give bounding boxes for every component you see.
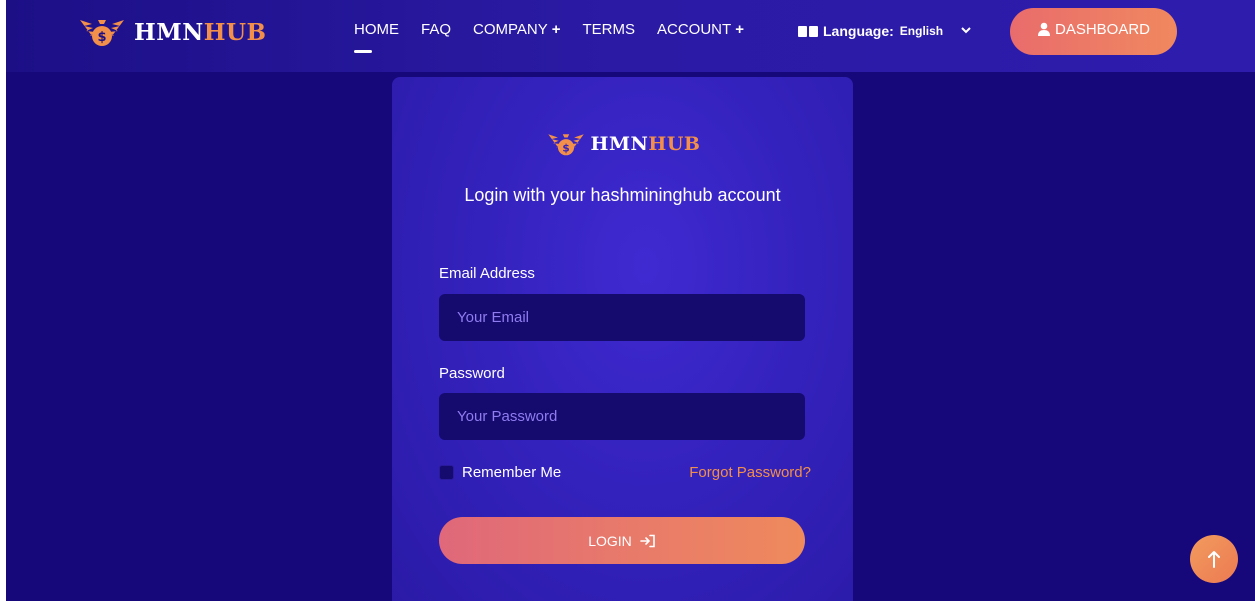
nav-company[interactable]: COMPANY +	[473, 21, 561, 38]
brand-name-part2: HUB	[203, 18, 267, 46]
language-icon	[798, 25, 818, 37]
login-card: $ HMNHUB Login with your hashmininghub a…	[392, 77, 853, 601]
user-icon	[1037, 22, 1050, 36]
chevron-down-icon	[961, 25, 971, 37]
brand-logo[interactable]: $ HMNHUB	[76, 14, 266, 50]
language-selector[interactable]: Language: English	[798, 23, 971, 39]
language-label: Language:	[823, 23, 894, 39]
login-subtitle: Login with your hashmininghub account	[464, 185, 781, 205]
main-nav: HOME FAQ COMPANY + TERMS ACCOUNT +	[354, 21, 766, 53]
scroll-to-top-button[interactable]	[1190, 535, 1238, 583]
login-button[interactable]: LOGIN	[439, 517, 805, 564]
dashboard-label: DASHBOARD	[1054, 21, 1151, 38]
card-brand-logo: $ HMNHUB	[392, 129, 853, 159]
language-value: English	[899, 24, 944, 38]
remember-me-label: Remember Me	[462, 464, 562, 481]
nav-company-label: COMPANY	[473, 21, 548, 38]
site-header: $ HMNHUB HOME FAQ COMPANY + TERMS ACCOUNT…	[6, 0, 1255, 72]
remember-me: Remember Me	[439, 464, 561, 481]
nav-terms-label: TERMS	[582, 21, 636, 38]
nav-terms[interactable]: TERMS	[583, 21, 636, 38]
login-label: LOGIN	[588, 532, 632, 549]
dashboard-button[interactable]: DASHBOARD	[1010, 8, 1177, 55]
card-brand-name-part2: HUB	[648, 133, 701, 155]
password-field[interactable]	[439, 393, 805, 440]
nav-account-label: ACCOUNT	[657, 21, 732, 38]
winged-money-bag-icon: $	[547, 134, 584, 156]
nav-account[interactable]: ACCOUNT +	[657, 21, 744, 38]
plus-icon: +	[735, 21, 744, 38]
winged-money-bag-icon: $	[80, 20, 124, 46]
card-brand-name: HMNHUB	[591, 133, 701, 155]
brand-name: HMNHUB	[134, 19, 266, 46]
brand-name-part1: HMN	[134, 18, 204, 46]
nav-home[interactable]: HOME	[354, 21, 399, 53]
card-brand-name-part1: HMN	[590, 133, 649, 155]
nav-faq[interactable]: FAQ	[421, 21, 451, 38]
sign-in-icon	[639, 534, 655, 547]
svg-text:$: $	[97, 30, 106, 45]
email-field[interactable]	[439, 294, 805, 341]
nav-faq-label: FAQ	[421, 21, 452, 38]
nav-home-label: HOME	[354, 21, 399, 38]
email-label: Email Address	[439, 265, 535, 282]
arrow-up-icon	[1208, 551, 1220, 568]
password-label: Password	[439, 365, 505, 382]
forgot-password-link[interactable]: Forgot Password?	[689, 464, 811, 481]
page: $ HMNHUB HOME FAQ COMPANY + TERMS ACCOUNT…	[6, 0, 1255, 601]
plus-icon: +	[551, 21, 561, 38]
remember-me-checkbox[interactable]	[439, 465, 454, 480]
svg-text:$: $	[562, 142, 569, 154]
